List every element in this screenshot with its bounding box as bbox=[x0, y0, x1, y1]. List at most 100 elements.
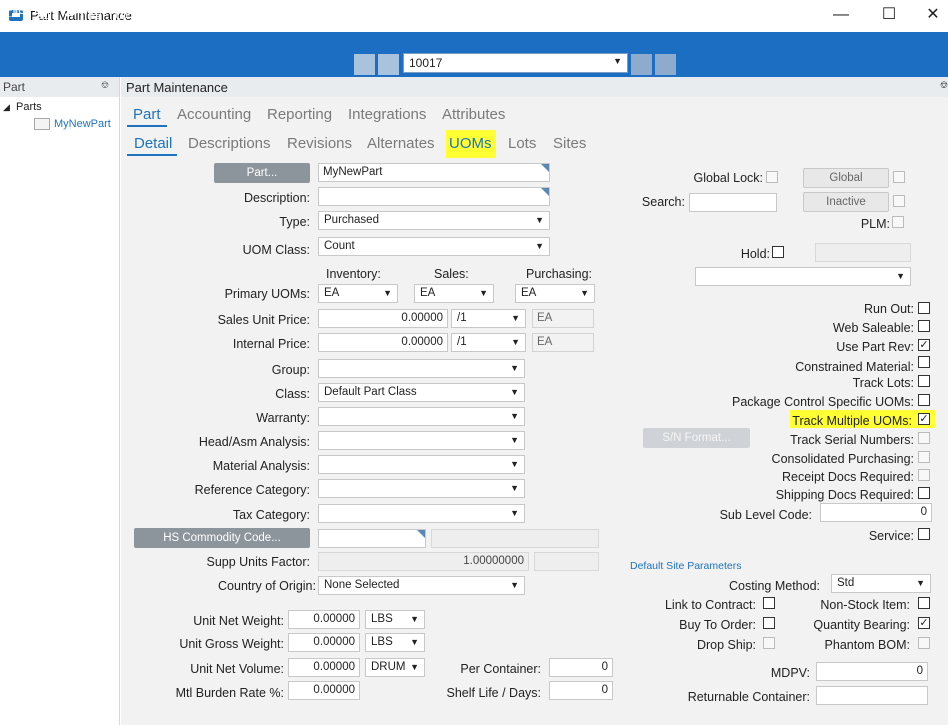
link-contract-checkbox[interactable] bbox=[763, 597, 775, 609]
forward-icon[interactable]: ▶ bbox=[710, 4, 727, 21]
global-lock-checkbox[interactable] bbox=[766, 171, 778, 183]
hs-commodity-button[interactable]: HS Commodity Code... bbox=[134, 528, 310, 548]
next-record-button[interactable] bbox=[631, 54, 652, 75]
purchasing-uom-select[interactable]: EA bbox=[515, 284, 595, 303]
gross-weight-uom[interactable]: LBS bbox=[365, 633, 425, 652]
paste-icon[interactable]: ⎘ bbox=[275, 4, 292, 21]
uom-class-select[interactable]: Count bbox=[318, 237, 550, 256]
class-select[interactable]: Default Part Class bbox=[318, 383, 525, 402]
warranty-select[interactable] bbox=[318, 407, 525, 426]
binoculars-icon[interactable]: ◉ bbox=[327, 4, 344, 21]
plm-checkbox[interactable] bbox=[892, 216, 904, 228]
tab-detail[interactable]: Detail bbox=[134, 135, 172, 152]
minimize-button[interactable]: — bbox=[827, 4, 855, 26]
part-field[interactable]: MyNewPart bbox=[318, 163, 550, 182]
home-icon[interactable]: ⌂ bbox=[736, 4, 753, 21]
material-analysis-select[interactable] bbox=[318, 455, 525, 474]
tab-descriptions[interactable]: Descriptions bbox=[188, 135, 271, 152]
book-icon[interactable]: ▤ bbox=[87, 4, 104, 21]
constrained-material-checkbox[interactable] bbox=[918, 356, 930, 368]
tab-sites[interactable]: Sites bbox=[553, 135, 586, 152]
tab-revisions[interactable]: Revisions bbox=[287, 135, 352, 152]
service-checkbox[interactable] bbox=[918, 528, 930, 540]
group-select[interactable] bbox=[318, 359, 525, 378]
copy-icon[interactable]: ❐ bbox=[249, 4, 266, 21]
description-field[interactable] bbox=[318, 187, 550, 206]
sales-price-field[interactable]: 0.00000 bbox=[318, 309, 448, 328]
sales-per-select[interactable]: /1 bbox=[451, 309, 526, 328]
net-weight-uom[interactable]: LBS bbox=[365, 610, 425, 629]
shipping-docs-checkbox[interactable] bbox=[918, 487, 930, 499]
delete-icon[interactable]: ✖ bbox=[61, 4, 78, 21]
tree-node-parts[interactable]: Parts bbox=[16, 101, 42, 113]
run-out-checkbox[interactable] bbox=[918, 302, 930, 314]
track-lots-checkbox[interactable] bbox=[918, 375, 930, 387]
global-checkbox[interactable] bbox=[893, 171, 905, 183]
type-select[interactable]: Purchased bbox=[318, 211, 550, 230]
tab-part[interactable]: Part bbox=[133, 106, 161, 123]
inventory-uom-select[interactable]: EA bbox=[318, 284, 398, 303]
refresh-icon[interactable]: ⟳ bbox=[165, 4, 182, 21]
inactive-button[interactable]: Inactive bbox=[803, 192, 889, 212]
tab-alternates[interactable]: Alternates bbox=[367, 135, 435, 152]
tab-reporting[interactable]: Reporting bbox=[267, 106, 332, 123]
maximize-button[interactable]: ☐ bbox=[875, 4, 903, 26]
tab-attributes[interactable]: Attributes bbox=[442, 106, 505, 123]
clear-icon[interactable]: ✑ bbox=[191, 4, 208, 21]
back-icon[interactable]: ◀ bbox=[684, 4, 701, 21]
hs-commodity-field[interactable] bbox=[318, 529, 426, 548]
returnable-container-field[interactable] bbox=[816, 686, 928, 705]
non-stock-checkbox[interactable] bbox=[918, 597, 930, 609]
shelf-life-field[interactable]: 0 bbox=[549, 681, 613, 700]
tab-lots[interactable]: Lots bbox=[508, 135, 536, 152]
main-pin-icon[interactable]: ⎊ bbox=[940, 80, 948, 91]
tree-node-mynewpart[interactable]: MyNewPart bbox=[54, 118, 111, 130]
receipt-docs-checkbox[interactable] bbox=[918, 469, 930, 481]
pin-icon[interactable]: ⎊ bbox=[101, 80, 109, 91]
part-number-combo[interactable]: 10017 ▼ bbox=[403, 53, 628, 73]
sub-level-field[interactable]: 0 bbox=[820, 503, 932, 522]
track-multiple-uoms-checkbox[interactable]: ✓ bbox=[918, 413, 930, 425]
new-icon[interactable]: □ bbox=[3, 4, 20, 21]
tab-integrations[interactable]: Integrations bbox=[348, 106, 426, 123]
quantity-bearing-checkbox[interactable]: ✓ bbox=[918, 617, 930, 629]
tab-uoms[interactable]: UOMs bbox=[449, 135, 492, 152]
internal-per-select[interactable]: /1 bbox=[451, 333, 526, 352]
costing-method-select[interactable]: Std bbox=[831, 574, 931, 593]
consolidated-purchasing-checkbox[interactable] bbox=[918, 451, 930, 463]
net-volume-uom[interactable]: DRUM bbox=[365, 658, 425, 677]
tab-accounting[interactable]: Accounting bbox=[177, 106, 251, 123]
first-record-button[interactable] bbox=[354, 54, 375, 75]
mtl-burden-field[interactable]: 0.00000 bbox=[288, 681, 360, 700]
prev-record-button[interactable] bbox=[378, 54, 399, 75]
print-icon[interactable]: ▦ bbox=[139, 4, 156, 21]
net-weight-field[interactable]: 0.00000 bbox=[288, 610, 360, 629]
gross-weight-field[interactable]: 0.00000 bbox=[288, 633, 360, 652]
hold-reason-select[interactable] bbox=[695, 267, 911, 286]
use-part-rev-checkbox[interactable]: ✓ bbox=[918, 339, 930, 351]
tree-expand-icon[interactable]: ◢ bbox=[3, 102, 10, 113]
close-button[interactable]: ✕ bbox=[919, 4, 947, 26]
last-record-button[interactable] bbox=[655, 54, 676, 75]
head-asm-select[interactable] bbox=[318, 431, 525, 450]
track-serial-checkbox[interactable] bbox=[918, 432, 930, 444]
internal-price-field[interactable]: 0.00000 bbox=[318, 333, 448, 352]
net-volume-field[interactable]: 0.00000 bbox=[288, 658, 360, 677]
sales-uom-select[interactable]: EA bbox=[414, 284, 494, 303]
undo-icon[interactable]: ↶ bbox=[301, 4, 318, 21]
search-field[interactable] bbox=[689, 193, 777, 212]
country-origin-select[interactable]: None Selected bbox=[318, 576, 525, 595]
buy-to-order-checkbox[interactable] bbox=[763, 617, 775, 629]
phantom-bom-checkbox[interactable] bbox=[918, 637, 930, 649]
global-button[interactable]: Global bbox=[803, 168, 889, 188]
page-icon[interactable]: ▢ bbox=[113, 4, 130, 21]
per-container-field[interactable]: 0 bbox=[549, 658, 613, 677]
save-icon[interactable]: ▣ bbox=[35, 4, 52, 21]
tax-category-select[interactable] bbox=[318, 504, 525, 523]
hold-checkbox[interactable] bbox=[772, 246, 784, 258]
mdpv-field[interactable]: 0 bbox=[816, 662, 928, 681]
package-control-checkbox[interactable] bbox=[918, 394, 930, 406]
inactive-checkbox[interactable] bbox=[893, 195, 905, 207]
drop-ship-checkbox[interactable] bbox=[763, 637, 775, 649]
reference-category-select[interactable] bbox=[318, 479, 525, 498]
